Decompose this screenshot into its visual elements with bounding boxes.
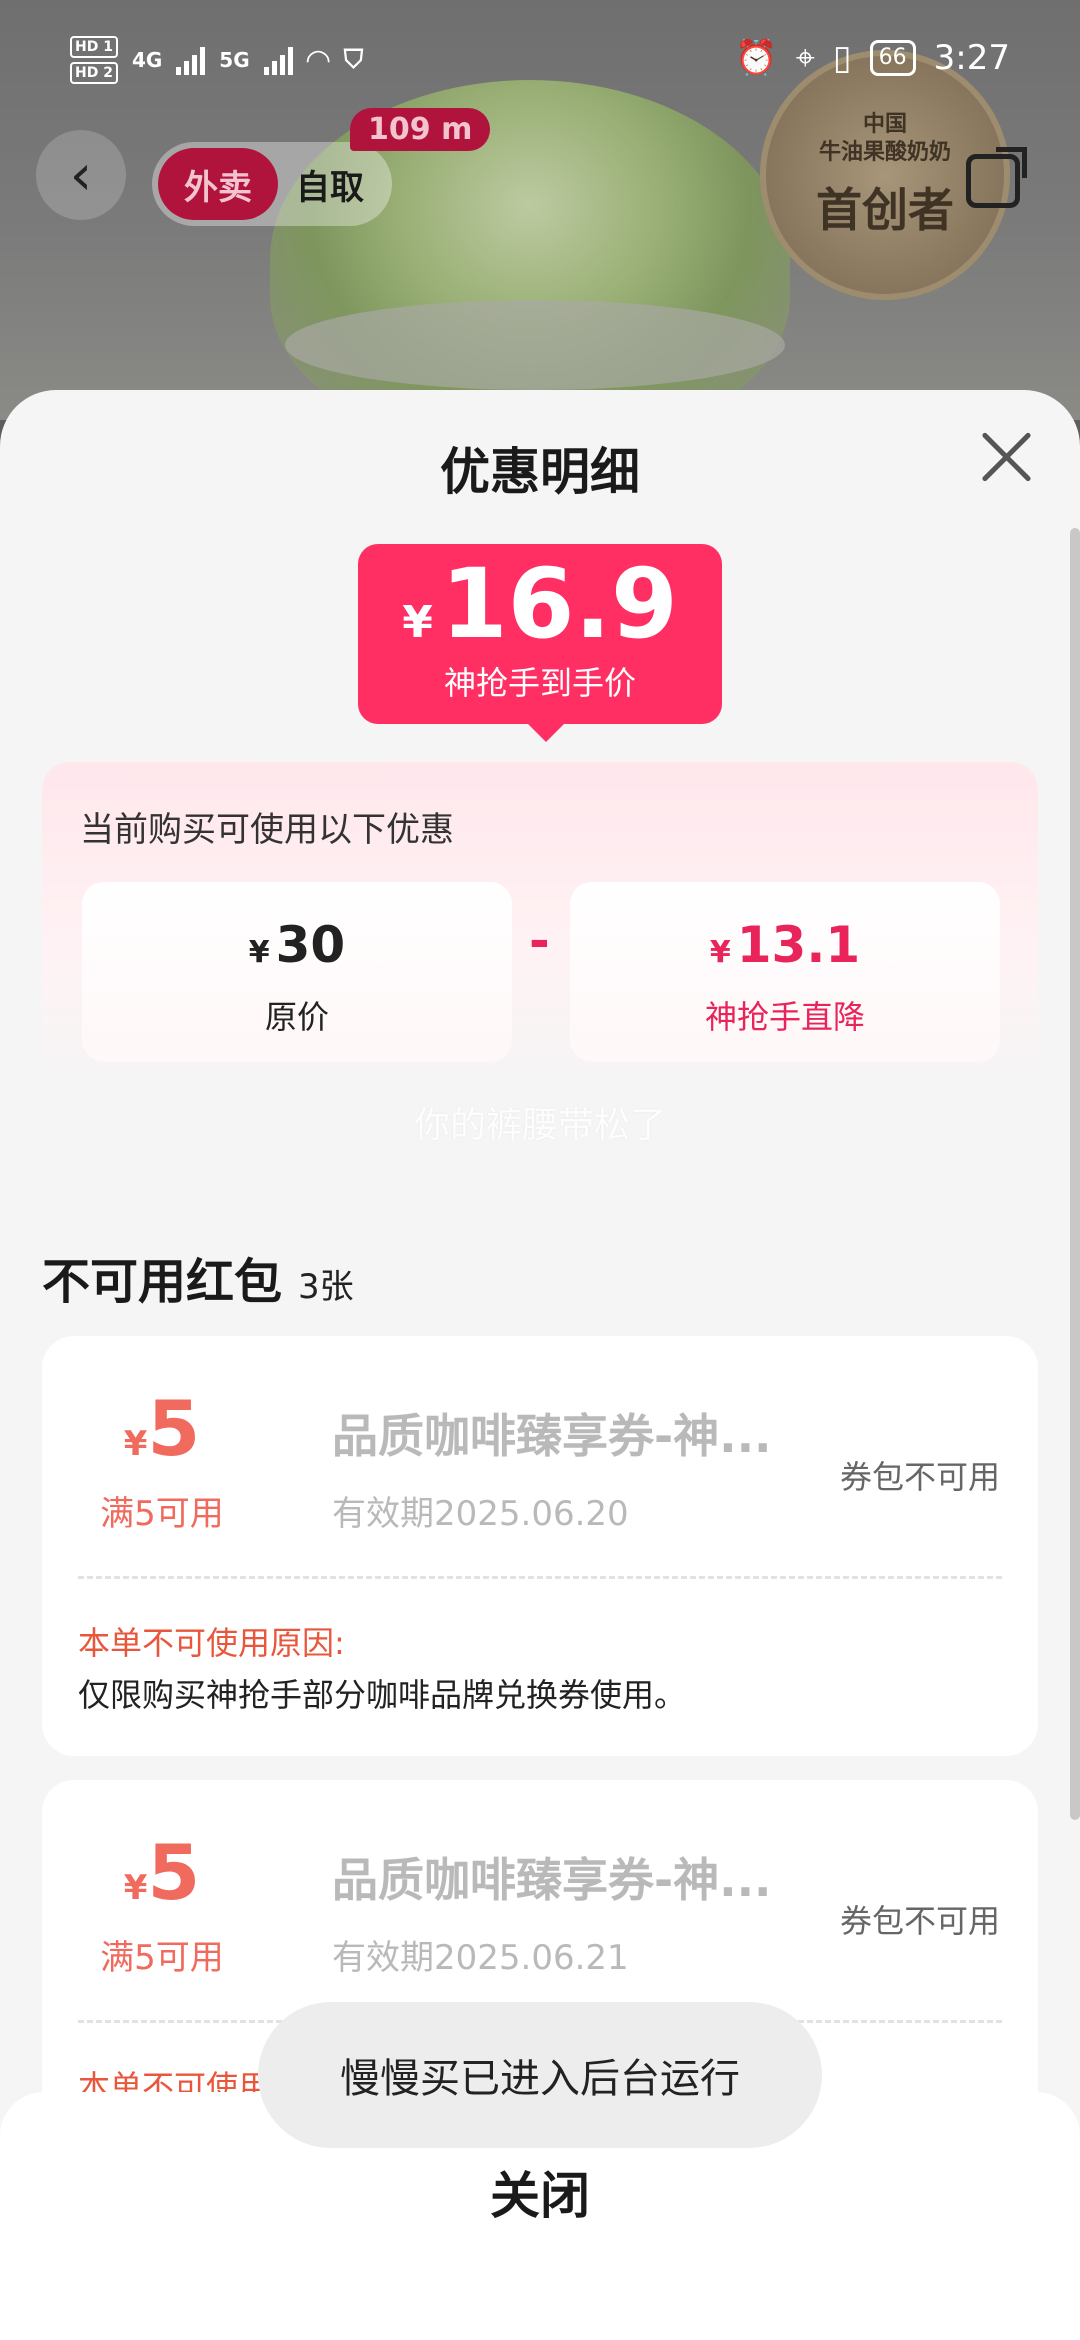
coupon-amount: ¥5 (42, 1828, 282, 1917)
vpn-shield-icon: ⛉ (343, 44, 364, 75)
hd2-label: HD 2 (70, 62, 118, 84)
reduction-value: ¥13.1 (570, 916, 1000, 974)
battery-icon: 66 (869, 40, 916, 76)
seal-text-line3: 首创者 (816, 183, 954, 237)
hd-indicators: HD 1 HD 2 (70, 36, 118, 84)
reduction-label: 神抢手直降 (704, 998, 865, 1036)
wifi-icon: ◠ (306, 42, 330, 78)
currency-symbol: ¥ (123, 1868, 148, 1908)
distance-badge: 109 m (350, 108, 491, 151)
delivery-mode-toggle[interactable]: 外卖 自取 (152, 142, 392, 226)
coupon-amount-value: 5 (147, 1384, 201, 1473)
reduction-amount: 13.1 (736, 916, 861, 974)
hd1-label: HD 1 (70, 36, 118, 58)
unavailable-coupons-header: 不可用红包 3张 (42, 1242, 354, 1312)
coupon-status: 券包不可用 (839, 1902, 1000, 1940)
chevron-left-icon: ‹ (69, 142, 93, 208)
final-price-amount: 16.9 (440, 548, 678, 660)
signal-bars-icon (176, 45, 206, 75)
back-button[interactable]: ‹ (36, 130, 126, 220)
minus-operator: - (529, 912, 550, 970)
coupon-divider (78, 1576, 1002, 1579)
original-price-label: 原价 (264, 998, 329, 1036)
mode-delivery-tab[interactable]: 外卖 (158, 148, 278, 220)
unavailable-count: 3张 (298, 1267, 354, 1307)
share-icon[interactable] (966, 147, 1027, 208)
discounts-title: 当前购买可使用以下优惠 (80, 810, 454, 850)
seal-text-line2: 牛油果酸奶奶 (818, 139, 951, 165)
final-price-label: 神抢手到手价 (443, 664, 636, 702)
vibrate-icon: ▯ (832, 38, 852, 78)
coupon-card[interactable]: ¥5 满5可用 品质咖啡臻享券-神... 有效期2025.06.20 券包不可用… (42, 1336, 1038, 1756)
final-price: ¥ 16.9 (358, 554, 722, 654)
coupon-amount-value: 5 (147, 1828, 201, 1917)
close-button[interactable]: 关闭 (0, 2156, 1080, 2228)
mode-pickup-tab[interactable]: 自取 (296, 160, 364, 209)
coupon-condition: 满5可用 (100, 1938, 224, 1978)
coupon-amount: ¥5 (42, 1384, 282, 1473)
original-price-value: ¥30 (82, 916, 512, 974)
coupon-validity: 有效期2025.06.21 (332, 1938, 629, 1978)
final-price-card: ¥ 16.9 神抢手到手价 (358, 544, 722, 742)
unavailable-title: 不可用红包 (42, 1254, 283, 1310)
product-bowl-rim (285, 300, 785, 390)
currency-symbol: ¥ (123, 1424, 148, 1464)
status-bar: HD 1 HD 2 4G 5G ◠ ⛉ ⏰ ⌖ ▯ 66 3:27 (0, 0, 1080, 120)
coupon-validity: 有效期2025.06.20 (332, 1494, 629, 1534)
network-5g-label: 5G (219, 48, 250, 72)
status-left: HD 1 HD 2 4G 5G ◠ ⛉ (70, 36, 363, 84)
sheet-scrollbar[interactable] (1070, 528, 1080, 1820)
currency-symbol: ¥ (248, 935, 270, 970)
currency-symbol: ¥ (402, 597, 433, 648)
coupon-reason: 仅限购买神抢手部分咖啡品牌兑换券使用。 (78, 1676, 687, 1714)
original-price-amount: 30 (275, 916, 346, 974)
sheet-title: 优惠明细 (440, 443, 640, 501)
location-icon: ⌖ (795, 38, 815, 78)
network-4g-label: 4G (131, 48, 163, 72)
coupon-reason-title: 本单不可使用原因: (78, 1624, 345, 1662)
background-run-toast: 慢慢买已进入后台运行 (258, 2002, 822, 2148)
coupon-name: 品质咖啡臻享券-神... (332, 1853, 772, 1907)
coupon-name: 品质咖啡臻享券-神... (332, 1409, 772, 1463)
close-icon[interactable] (980, 430, 1034, 484)
reduction-box: ¥13.1 神抢手直降 (570, 882, 1000, 1062)
currency-symbol: ¥ (709, 935, 731, 970)
signal-bars-icon (263, 45, 293, 75)
coupon-condition: 满5可用 (100, 1494, 224, 1534)
alarm-icon: ⏰ (735, 38, 778, 78)
status-right: ⏰ ⌖ ▯ 66 3:27 (735, 38, 1010, 78)
clock-time: 3:27 (933, 38, 1010, 78)
available-discounts-panel: 当前购买可使用以下优惠 ¥30 原价 - ¥13.1 神抢手直降 (42, 762, 1038, 1092)
watermark-text: 你的裤腰带松了 (413, 1105, 666, 1146)
original-price-box: ¥30 原价 (82, 882, 512, 1062)
coupon-status: 券包不可用 (839, 1458, 1000, 1496)
